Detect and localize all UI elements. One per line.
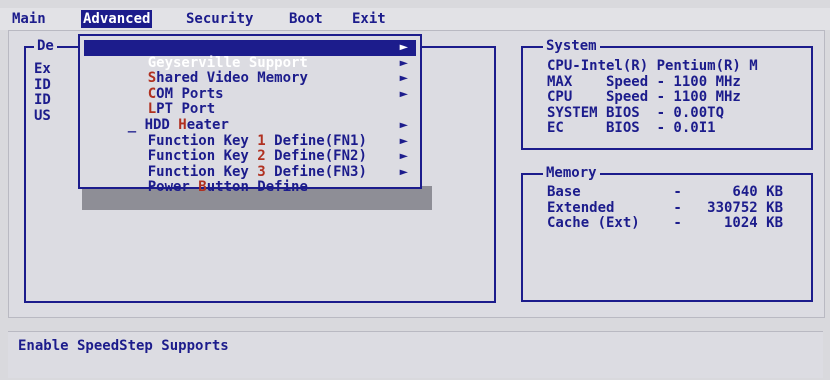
dropdown-item-function-key-2[interactable]: Function Key 2 Define(FN2) ►: [84, 132, 416, 164]
menu-main[interactable]: Main: [12, 10, 46, 28]
system-info-line: EC BIOS - 0.0I1: [547, 120, 716, 137]
system-info-line: MAX Speed - 1100 MHz: [547, 73, 741, 90]
memory-panel-title: Memory: [543, 166, 600, 181]
dropdown-item-com-ports[interactable]: COM Ports ►: [84, 70, 416, 102]
submenu-arrow-icon: ►: [399, 117, 408, 133]
left-panel-line: US: [34, 107, 51, 124]
submenu-arrow-icon: ►: [399, 132, 408, 149]
submenu-arrow-icon: ►: [399, 54, 408, 71]
menu-bar: Main Advanced Security Boot Exit: [0, 8, 830, 30]
submenu-arrow-icon: ►: [399, 39, 408, 55]
submenu-arrow-icon: ►: [399, 70, 408, 87]
submenu-arrow-icon: ►: [399, 163, 408, 180]
left-panel-line: Ex: [34, 61, 51, 77]
system-info-panel: System CPU-Intel(R) Pentium(R) M MAX Spe…: [521, 39, 813, 150]
system-info-line: SYSTEM BIOS - 0.00TQ: [547, 104, 725, 121]
system-info-line: CPU-Intel(R) Pentium(R) M: [547, 59, 758, 74]
left-panel-line: ID: [34, 76, 51, 93]
hotkey-letter: B: [198, 179, 207, 196]
memory-info-line: Cache (Ext) - 1024 KB: [547, 215, 784, 232]
dropdown-item-geyserville-support[interactable]: Geyserville Support ►: [84, 39, 416, 70]
dropdown-item-lpt-port[interactable]: LPT Port ►: [84, 85, 416, 117]
left-panel-line: ID: [34, 92, 51, 109]
submenu-arrow-icon: ►: [399, 148, 408, 165]
dropdown-item-shared-video-memory[interactable]: Shared Video Memory ►: [84, 54, 416, 86]
menu-boot[interactable]: Boot: [289, 10, 323, 28]
memory-info-panel: Memory Base - 640 KB Extended - 330752 K…: [521, 166, 813, 302]
status-bar: Enable SpeedStep Supports: [8, 331, 823, 378]
system-panel-title: System: [543, 39, 600, 54]
dropdown-item-function-key-1[interactable]: Function Key 1 Define(FN1) ►: [84, 117, 416, 148]
menu-security[interactable]: Security: [186, 10, 253, 28]
dropdown-item-function-key-3[interactable]: Function Key 3 Define(FN3) ►: [84, 148, 416, 180]
memory-info-line: Base - 640 KB: [547, 184, 784, 200]
system-info-line: CPU Speed - 1100 MHz: [547, 89, 741, 106]
advanced-dropdown-menu: Geyserville Support ► Shared Video Memor…: [78, 34, 422, 195]
menu-exit[interactable]: Exit: [352, 10, 386, 28]
memory-info-line: Extended - 330752 KB: [547, 199, 784, 216]
menu-advanced[interactable]: Advanced: [81, 10, 153, 28]
left-panel-title: De: [34, 39, 57, 54]
dropdown-item-hdd-heater[interactable]: _ HDD Heater: [84, 102, 416, 133]
dropdown-item-power-button-define[interactable]: Power Button Define ►: [84, 163, 416, 195]
submenu-arrow-icon: ►: [399, 85, 408, 102]
status-help-text: Enable SpeedStep Supports: [18, 338, 229, 354]
